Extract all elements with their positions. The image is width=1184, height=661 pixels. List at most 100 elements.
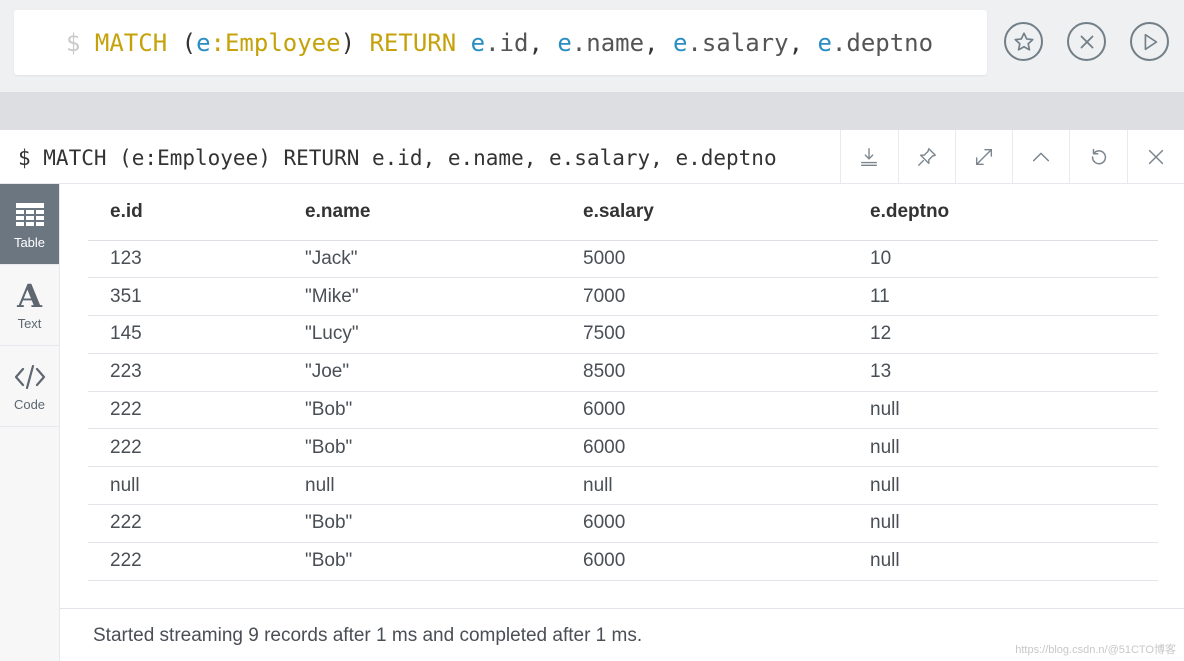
table-cell: 222 [88,542,283,581]
view-tab-label: Code [13,396,46,412]
table-cell: 13 [848,353,1158,392]
status-text: Started streaming 9 records after 1 ms a… [93,625,643,646]
download-icon [861,148,878,166]
table-cell: "Bob" [283,391,561,430]
table-cell: null [561,466,848,506]
column-header: e.salary [561,184,848,241]
table-cell: null [848,391,1158,430]
favorite-button[interactable] [1004,22,1043,61]
table-cell: 7000 [561,277,848,317]
chevron-up-icon [1033,152,1050,162]
frame-header: $ MATCH (e:Employee) RETURN e.id, e.name… [0,130,1184,184]
table-cell: null [88,466,283,506]
frame-title[interactable]: $ MATCH (e:Employee) RETURN e.id, e.name… [18,146,777,170]
table-cell: null [283,466,561,506]
frame-actions [840,130,1184,184]
table-row: 351 "Mike" 7000 11 [88,277,1158,317]
table-header-row: e.id e.name e.salary e.deptno [88,184,1158,241]
fullscreen-button[interactable] [954,130,1012,184]
table-row: null null null null [88,466,1158,506]
query-token: .salary [687,29,789,57]
column-header: e.id [88,184,283,241]
view-tab-code[interactable]: Code [0,346,59,427]
table-cell: 222 [88,391,283,430]
query-token: .deptno [831,29,934,57]
code-icon [14,361,46,393]
query-token: .name [571,29,645,57]
query-token: e [196,29,211,57]
table-cell: "Bob" [283,542,561,581]
view-tab-label: Table [13,234,46,250]
table-row: 123 "Jack" 5000 10 [88,240,1158,279]
table-cell: 7500 [561,315,848,354]
run-button[interactable] [1130,22,1169,61]
table-cell: "Jack" [283,240,561,279]
view-tab-table[interactable]: Table [0,184,59,265]
text-icon: A [17,276,42,315]
column-header: e.deptno [848,184,1158,241]
clear-button[interactable] [1067,22,1106,61]
table-cell: "Lucy" [283,315,561,354]
table-row: 145 "Lucy" 7500 12 [88,315,1158,354]
table-cell: "Bob" [283,504,561,543]
table-cell: 6000 [561,391,848,430]
table-icon [15,199,44,231]
table-cell: 222 [88,428,283,468]
table-cell: 222 [88,504,283,543]
view-tab-text[interactable]: A Text [0,265,59,346]
table-row: 222 "Bob" 6000 null [88,428,1158,468]
watermark: https://blog.csdn.n/@51CTO博客 [1015,644,1176,656]
editor-bar: $ MATCH (e:Employee) RETURN e.id, e.name… [0,0,1184,92]
table-cell: 6000 [561,428,848,468]
table-cell: 11 [848,277,1158,317]
query-token: ( [167,29,197,57]
query-token: e [470,29,486,57]
collapse-button[interactable] [1012,130,1069,184]
query-token: MATCH [94,29,168,57]
table-cell: "Bob" [283,428,561,468]
expand-icon [975,148,992,166]
query-token: RETURN [369,29,457,57]
pin-icon [917,148,936,166]
query-token: ) [340,29,370,57]
query-editor[interactable]: $ MATCH (e:Employee) RETURN e.id, e.name… [14,10,987,75]
table-cell: 145 [88,315,283,354]
query-token: :Employee [210,29,341,57]
close-circle-icon [1080,35,1093,48]
table-cell: "Mike" [283,277,561,317]
table-cell: null [848,428,1158,468]
table-row: 223 "Joe" 8500 13 [88,353,1158,392]
rerun-button[interactable] [1069,130,1126,184]
table-cell: 123 [88,240,283,279]
table-row: 222 "Bob" 6000 null [88,391,1158,430]
column-header: e.name [283,184,561,241]
status-bar: Started streaming 9 records after 1 ms a… [60,608,1184,661]
query-token: .id [485,29,529,57]
table-cell: null [848,466,1158,506]
refresh-icon [1091,148,1106,165]
close-frame-button[interactable] [1126,130,1184,184]
close-icon [1148,149,1163,165]
table-cell: 5000 [561,240,848,279]
table-cell: 6000 [561,504,848,543]
view-switcher: Table A Text Code [0,184,60,661]
view-tab-label: Text [17,315,42,331]
query-token: , [644,29,673,57]
table-cell: 12 [848,315,1158,354]
query-token: e [817,29,832,57]
result-table: e.id e.name e.salary e.deptno 123 "Jack" 5… [88,184,1158,581]
star-icon [1013,31,1034,51]
query-editor-text[interactable]: $ MATCH (e:Employee) RETURN e.id, e.name… [66,28,933,58]
table-cell: 351 [88,277,283,317]
play-icon [1144,33,1157,50]
table-cell: null [848,504,1158,543]
table-cell: null [848,542,1158,581]
table-cell: 6000 [561,542,848,581]
table-row: 222 "Bob" 6000 null [88,542,1158,581]
table-cell: 223 [88,353,283,392]
query-token [456,29,470,57]
table-row: 222 "Bob" 6000 null [88,504,1158,543]
pin-button[interactable] [897,130,955,184]
table-cell: 10 [848,240,1158,279]
download-button[interactable] [840,130,897,184]
